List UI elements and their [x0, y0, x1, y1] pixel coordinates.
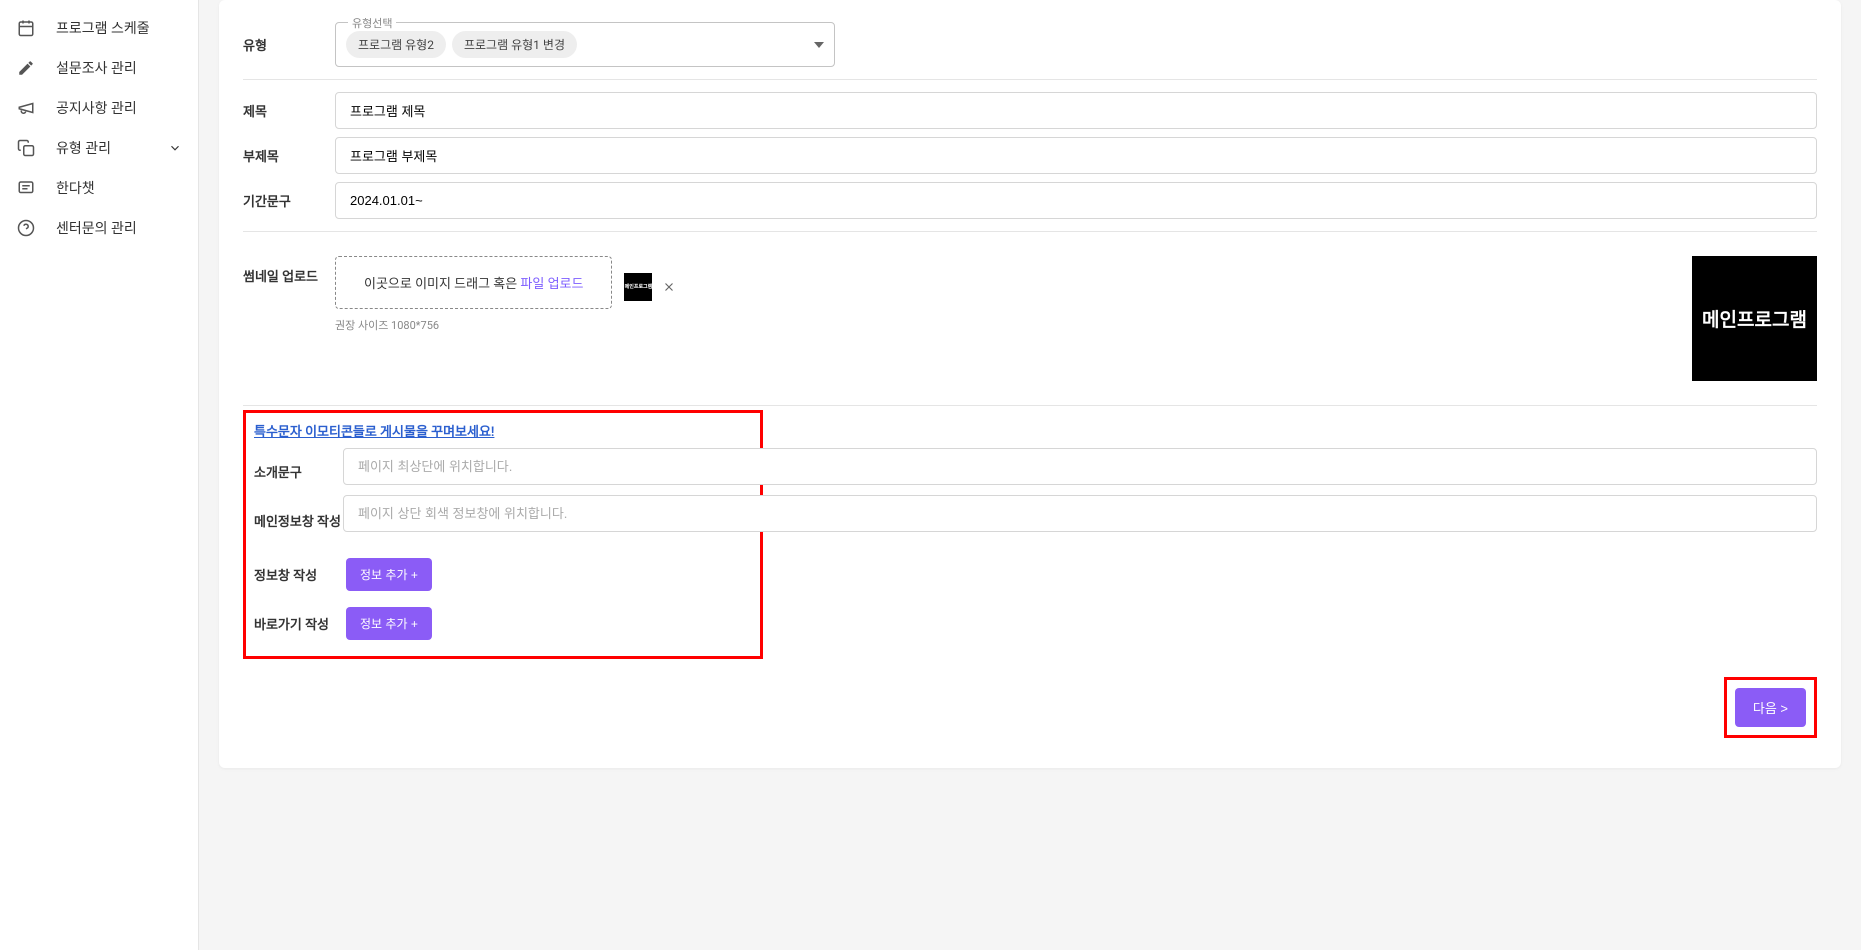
calendar-icon	[16, 18, 36, 38]
info-section-label: 정보창 작성	[254, 565, 346, 584]
intro-input[interactable]	[343, 448, 1817, 485]
type-label: 유형	[243, 35, 335, 54]
copy-icon	[16, 138, 36, 158]
pencil-icon	[16, 58, 36, 78]
footer-area: 다음 >	[243, 677, 1817, 738]
main-info-input[interactable]	[343, 495, 1817, 532]
sidebar-item-schedule[interactable]: 프로그램 스케줄	[0, 8, 198, 48]
subtitle-row: 부제목	[243, 133, 1817, 178]
thumbnail-remove-button[interactable]	[662, 280, 676, 294]
add-info-button[interactable]: 정보 추가 +	[346, 558, 432, 591]
shortcut-row: 바로가기 작성 정보 추가 +	[254, 607, 752, 640]
subtitle-input[interactable]	[335, 137, 1817, 174]
sidebar-item-center-inquiry[interactable]: 센터문의 관리	[0, 208, 198, 248]
thumbnail-large-preview: 메인프로그램	[1692, 256, 1817, 381]
period-row: 기간문구	[243, 178, 1817, 232]
dropzone-text: 이곳으로 이미지 드래그 혹은	[364, 277, 520, 292]
thumbnail-row: 썸네일 업로드 이곳으로 이미지 드래그 혹은 파일 업로드 메인프로그램	[243, 232, 1817, 406]
dropdown-arrow-icon	[814, 42, 824, 48]
sidebar: 프로그램 스케줄 설문조사 관리 공지사항 관리 유형 관리	[0, 0, 199, 950]
type-chip[interactable]: 프로그램 유형1 변경	[452, 31, 577, 58]
thumbnail-mini-preview: 메인프로그램	[624, 273, 652, 301]
sidebar-item-label: 센터문의 관리	[56, 218, 137, 238]
file-upload-link[interactable]: 파일 업로드	[520, 277, 583, 292]
main-info-label: 메인정보창 작성	[254, 511, 346, 530]
main-content: 유형 유형선택 프로그램 유형2 프로그램 유형1 변경 제목	[199, 0, 1861, 950]
next-button[interactable]: 다음 >	[1735, 688, 1806, 727]
megaphone-icon	[16, 98, 36, 118]
chevron-down-icon	[168, 141, 182, 155]
sidebar-item-handa-chat[interactable]: 한다챗	[0, 168, 198, 208]
info-section-row: 정보창 작성 정보 추가 +	[254, 558, 752, 591]
sidebar-item-type-mgmt[interactable]: 유형 관리	[0, 128, 198, 168]
thumbnail-label: 썸네일 업로드	[243, 256, 335, 285]
sidebar-item-label: 공지사항 관리	[56, 98, 137, 118]
title-row: 제목	[243, 80, 1817, 133]
type-row: 유형 유형선택 프로그램 유형2 프로그램 유형1 변경	[243, 10, 1817, 80]
type-legend: 유형선택	[348, 15, 396, 31]
emoji-decorator-link[interactable]: 특수문자 이모티콘들로 게시물을 꾸며보세요!	[254, 421, 494, 440]
sidebar-item-label: 유형 관리	[56, 138, 111, 158]
intro-label: 소개문구	[254, 462, 346, 481]
subtitle-label: 부제목	[243, 146, 335, 165]
sidebar-item-label: 한다챗	[56, 178, 95, 198]
form-card: 유형 유형선택 프로그램 유형2 프로그램 유형1 변경 제목	[219, 0, 1841, 768]
title-label: 제목	[243, 101, 335, 120]
sidebar-item-survey[interactable]: 설문조사 관리	[0, 48, 198, 88]
period-input[interactable]	[335, 182, 1817, 219]
sidebar-item-label: 설문조사 관리	[56, 58, 137, 78]
shortcut-label: 바로가기 작성	[254, 614, 346, 633]
type-select[interactable]: 유형선택 프로그램 유형2 프로그램 유형1 변경	[335, 22, 835, 67]
add-shortcut-button[interactable]: 정보 추가 +	[346, 607, 432, 640]
thumbnail-size-hint: 권장 사이즈 1080*756	[335, 317, 676, 333]
thumbnail-dropzone[interactable]: 이곳으로 이미지 드래그 혹은 파일 업로드	[335, 256, 612, 309]
sidebar-item-label: 프로그램 스케줄	[56, 18, 150, 38]
title-input[interactable]	[335, 92, 1817, 129]
next-highlight: 다음 >	[1724, 677, 1817, 738]
type-chip[interactable]: 프로그램 유형2	[346, 31, 446, 58]
thumbnail-mini: 메인프로그램	[624, 273, 676, 301]
help-icon	[16, 218, 36, 238]
period-label: 기간문구	[243, 191, 335, 210]
chat-icon	[16, 178, 36, 198]
sidebar-item-notice[interactable]: 공지사항 관리	[0, 88, 198, 128]
